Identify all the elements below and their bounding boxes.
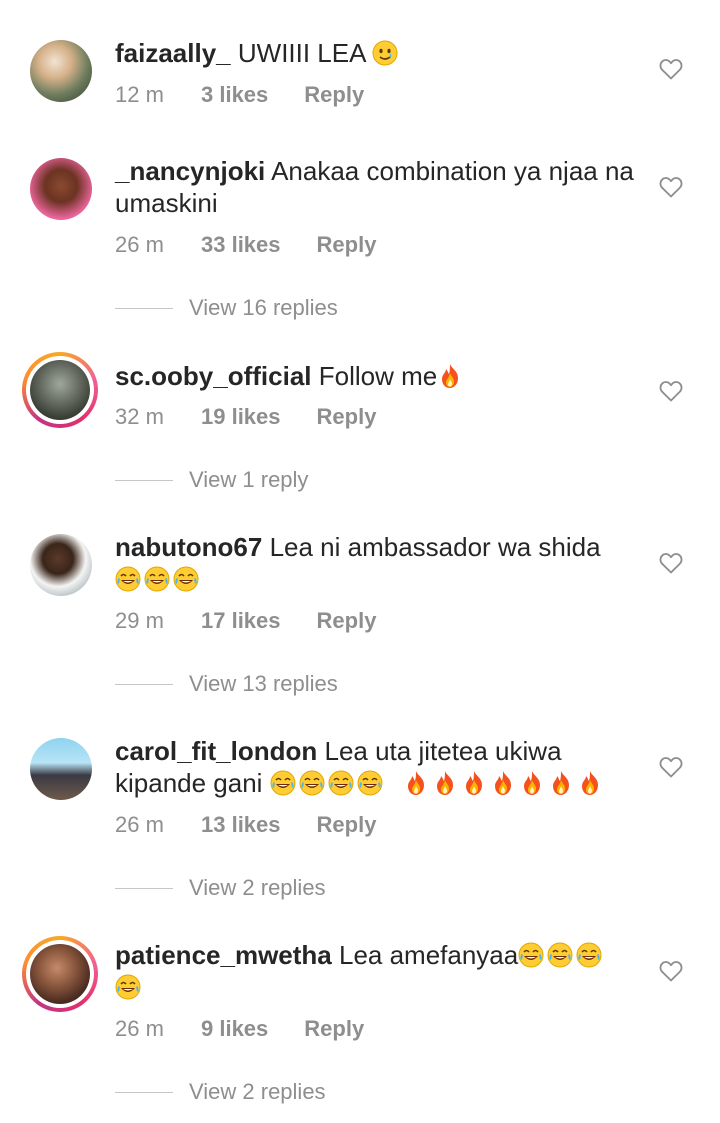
username-link[interactable]: sc.ooby_official: [115, 361, 312, 391]
comment-text: sc.ooby_official Follow me: [115, 360, 635, 392]
avatar-with-story-ring[interactable]: [22, 352, 98, 428]
replies-divider: [115, 1091, 173, 1093]
face-with-tears-of-joy-icon: [115, 974, 141, 1000]
face-with-tears-of-joy-icon: [518, 942, 544, 968]
comment-body: UWIIII LEA: [237, 38, 366, 68]
reply-button[interactable]: Reply: [317, 404, 377, 430]
face-with-tears-of-joy-icon: [576, 942, 602, 968]
comment-meta: 29 m 17 likes Reply: [115, 608, 376, 634]
fire-icon: [548, 770, 574, 796]
likes-count[interactable]: 3 likes: [201, 82, 268, 108]
heart-outline-icon[interactable]: [659, 552, 683, 574]
face-with-tears-of-joy-icon: [299, 770, 325, 796]
comment-time: 12 m: [115, 82, 164, 107]
comment-meta: 26 m 9 likes Reply: [115, 1016, 364, 1042]
comment-time: 32 m: [115, 404, 164, 429]
likes-count[interactable]: 33 likes: [201, 232, 281, 258]
smiling-face-with-tear-icon: [372, 40, 398, 66]
comment-text: carol_fit_london Lea uta jitetea ukiwa k…: [115, 735, 635, 799]
username-link[interactable]: nabutono67: [115, 532, 262, 562]
view-replies-label: View 13 replies: [189, 671, 338, 696]
username-link[interactable]: faizaally_: [115, 38, 231, 68]
username-link[interactable]: _nancynjoki: [115, 156, 265, 186]
view-replies-button[interactable]: View 2 replies: [115, 875, 326, 901]
fire-icon: [461, 770, 487, 796]
comment-time: 26 m: [115, 1016, 164, 1041]
comment-meta: 12 m 3 likes Reply: [115, 82, 364, 108]
avatar-with-story-ring[interactable]: [22, 936, 98, 1012]
comment-meta: 26 m 13 likes Reply: [115, 812, 376, 838]
likes-count[interactable]: 9 likes: [201, 1016, 268, 1042]
view-replies-label: View 16 replies: [189, 295, 338, 320]
likes-count[interactable]: 13 likes: [201, 812, 281, 838]
username-link[interactable]: patience_mwetha: [115, 940, 332, 970]
fire-icon: [490, 770, 516, 796]
view-replies-button[interactable]: View 16 replies: [115, 295, 338, 321]
likes-count[interactable]: 17 likes: [201, 608, 281, 634]
heart-outline-icon[interactable]: [659, 756, 683, 778]
comment-body: Lea ni ambassador wa shida: [269, 532, 601, 562]
heart-outline-icon[interactable]: [659, 380, 683, 402]
avatar[interactable]: [30, 158, 92, 220]
comment-body: Lea amefanyaa: [338, 940, 519, 970]
comment-body: Follow me: [318, 361, 438, 391]
comment-time: 26 m: [115, 232, 164, 257]
fire-icon: [437, 363, 463, 389]
replies-divider: [115, 683, 173, 685]
fire-icon: [403, 770, 429, 796]
reply-button[interactable]: Reply: [317, 232, 377, 258]
reply-button[interactable]: Reply: [304, 82, 364, 108]
face-with-tears-of-joy-icon: [357, 770, 383, 796]
fire-icon: [519, 770, 545, 796]
comment-time: 26 m: [115, 812, 164, 837]
face-with-tears-of-joy-icon: [173, 566, 199, 592]
comment-text: faizaally_ UWIIII LEA: [115, 37, 635, 69]
comment-text: _nancynjoki Anakaa combination ya njaa n…: [115, 155, 635, 219]
face-with-tears-of-joy-icon: [270, 770, 296, 796]
replies-divider: [115, 887, 173, 889]
reply-button[interactable]: Reply: [317, 812, 377, 838]
comment-text: nabutono67 Lea ni ambassador wa shida: [115, 531, 635, 595]
heart-outline-icon[interactable]: [659, 176, 683, 198]
comment-time: 29 m: [115, 608, 164, 633]
likes-count[interactable]: 19 likes: [201, 404, 281, 430]
view-replies-button[interactable]: View 1 reply: [115, 467, 308, 493]
heart-outline-icon[interactable]: [659, 58, 683, 80]
face-with-tears-of-joy-icon: [115, 566, 141, 592]
username-link[interactable]: carol_fit_london: [115, 736, 317, 766]
comment-meta: 26 m 33 likes Reply: [115, 232, 376, 258]
fire-icon: [577, 770, 603, 796]
view-replies-label: View 1 reply: [189, 467, 309, 492]
view-replies-button[interactable]: View 13 replies: [115, 671, 338, 697]
view-replies-button[interactable]: View 2 replies: [115, 1079, 326, 1105]
comment-meta: 32 m 19 likes Reply: [115, 404, 376, 430]
replies-divider: [115, 307, 173, 309]
view-replies-label: View 2 replies: [189, 1079, 326, 1104]
reply-button[interactable]: Reply: [304, 1016, 364, 1042]
avatar-image: [30, 944, 90, 1004]
avatar[interactable]: [30, 534, 92, 596]
replies-divider: [115, 479, 173, 481]
avatar[interactable]: [30, 40, 92, 102]
heart-outline-icon[interactable]: [659, 960, 683, 982]
reply-button[interactable]: Reply: [317, 608, 377, 634]
comment-text: patience_mwetha Lea amefanyaa: [115, 939, 635, 1003]
face-with-tears-of-joy-icon: [328, 770, 354, 796]
view-replies-label: View 2 replies: [189, 875, 326, 900]
avatar-image: [30, 360, 90, 420]
avatar[interactable]: [30, 738, 92, 800]
face-with-tears-of-joy-icon: [144, 566, 170, 592]
face-with-tears-of-joy-icon: [547, 942, 573, 968]
fire-icon: [432, 770, 458, 796]
